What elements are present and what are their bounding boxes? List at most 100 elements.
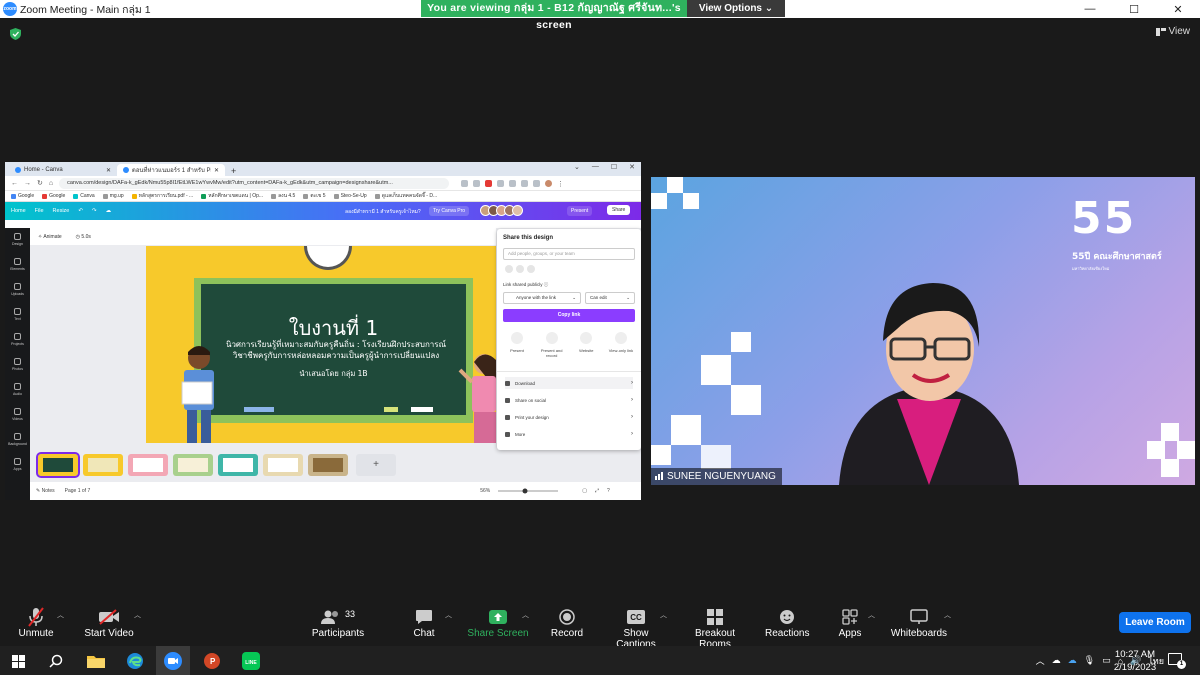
help-icon[interactable]: ? [607,488,610,494]
powerpoint-button[interactable]: P [201,650,223,672]
onedrive-sync-icon[interactable]: ☁ [1052,655,1061,666]
edge-browser-button[interactable] [124,650,146,672]
zoom-level[interactable]: 56% [480,488,490,494]
sidebar-item-text[interactable]: Text [5,303,30,328]
browser-close-icon[interactable]: ✕ [629,163,635,171]
shared-screen[interactable]: Home - Canva ✕ ตอนที่ห่าวแนมอร์ร 1 สำหรั… [5,162,641,500]
canva-present-button[interactable]: Present [567,206,593,216]
extension-icon[interactable] [485,179,493,187]
page-thumbnail[interactable] [218,454,258,476]
redo-icon[interactable]: ↷ [92,208,97,214]
page-thumbnail[interactable] [36,452,80,478]
reload-icon[interactable]: ↻ [37,179,43,187]
page-thumbnail[interactable] [173,454,213,476]
bookmark-item[interactable]: ลงน 4.5 [271,192,295,200]
leave-room-button[interactable]: Leave Room [1119,612,1191,633]
onedrive-icon[interactable]: ☁ [1068,655,1077,666]
browser-minimize-icon[interactable]: — [592,163,599,171]
sidebar-item-elements[interactable]: Elements [5,253,30,278]
slide-subtitle[interactable]: นิวศการเรียนรู้ที่เหมาะสมกับครูคืนถิ่น :… [206,339,466,361]
bookmark-item[interactable]: Canva [73,193,95,199]
apps-button[interactable]: Apps [834,606,866,639]
chevron-up-icon[interactable]: ︿ [660,610,667,620]
bookmark-item[interactable]: ตะเข 5 [303,192,326,200]
record-button[interactable]: Record [548,606,586,639]
design-slide[interactable]: ใบงานที่ 1 นิวศการเรียนรู้ที่เหมาะสมกับค… [146,246,496,443]
zoom-app-button[interactable] [162,650,184,672]
sidebar-item-apps[interactable]: Apps [5,453,30,478]
share-option-present[interactable]: Present [501,332,533,358]
collaborator-avatars[interactable] [480,205,523,216]
address-bar[interactable]: canva.com/design/DAFa-k_gEdk/Nmu55p8I1fE… [59,177,450,189]
windows-start-button[interactable] [7,650,29,672]
download-row[interactable]: Download › [505,377,633,389]
chat-button[interactable]: Chat [408,606,440,639]
browser-tabsearch-icon[interactable]: ⌄ [574,163,580,171]
page-thumbnail[interactable] [83,454,123,476]
link-access-select[interactable]: Anyone with the link ⌄ [503,292,581,304]
bookmark-item[interactable]: mg.up [102,193,124,199]
bookmark-item[interactable]: หลักศึกษาเขตแดน | Op... [201,192,263,200]
chevron-up-icon[interactable]: ︿ [445,610,452,620]
canva-home-button[interactable]: Home [11,208,26,214]
browser-tab[interactable]: Home - Canva ✕ [9,164,117,176]
fullscreen-icon[interactable]: ⤢ [595,488,599,494]
share-option-website[interactable]: Website [570,332,602,358]
search-button[interactable] [45,650,67,672]
bookmark-item[interactable]: หลักสูตรการเรียน.pdf - ... [131,192,193,200]
reactions-button[interactable]: Reactions [765,606,809,639]
taskbar-clock[interactable]: 10:27 AM 2/19/2023 [1106,648,1164,674]
chevron-up-icon[interactable]: ︿ [57,610,64,620]
page-thumbnail[interactable] [128,454,168,476]
copy-link-button[interactable]: Copy link [503,309,635,322]
undo-icon[interactable]: ↶ [78,208,83,214]
line-app-button[interactable]: LINE [240,650,262,672]
notifications-icon[interactable]: 1 [1168,653,1186,669]
participants-button[interactable]: 33 Participants [311,606,365,639]
animate-button[interactable]: ✧ Animate [38,234,62,240]
page-thumbnail[interactable] [308,454,348,476]
bookmark-item[interactable]: ดูแลเก็บแทคคนจัดจี๊ - D... [374,192,437,200]
browser-tab-active[interactable]: ตอนที่ห่าวแนมอร์ร 1 สำหรับ Pillow! - Fre… [117,164,225,176]
tab-close-icon[interactable]: ✕ [214,167,219,174]
share-screen-button[interactable]: Share Screen [467,606,529,639]
extension-icon[interactable] [509,179,517,187]
chevron-up-icon[interactable]: ︿ [944,610,951,620]
maximize-button[interactable]: ☐ [1112,0,1156,18]
extension-icon[interactable] [497,179,505,187]
minimize-button[interactable]: — [1068,0,1112,18]
notes-button[interactable]: ✎ Notes [36,488,55,494]
bookmark-item[interactable]: Google [11,193,34,199]
unmute-button[interactable]: Unmute [14,606,58,639]
sidebar-item-background[interactable]: Background [5,428,30,453]
extension-icon[interactable] [533,179,541,187]
back-icon[interactable]: ← [11,180,18,187]
file-explorer-button[interactable] [85,650,107,672]
view-button[interactable]: View [1155,26,1190,37]
share-option-view-only[interactable]: View-only link [605,332,637,358]
microphone-icon[interactable]: 🎙 [1084,655,1095,666]
bookmark-item[interactable]: Steo-Se-Up [333,193,367,199]
chevron-up-icon[interactable]: ︿ [134,610,141,620]
security-shield-icon[interactable] [10,28,21,40]
duration-button[interactable]: ◷ 5.0s [76,234,91,240]
forward-icon[interactable]: → [24,180,31,187]
extension-icon[interactable] [521,179,529,187]
sidebar-item-audio[interactable]: Audio [5,378,30,403]
canva-resize-button[interactable]: Resize [53,208,70,214]
page-thumbnail[interactable] [263,454,303,476]
chevron-up-icon[interactable]: ︿ [522,610,529,620]
share-option-present-record[interactable]: Present and record [536,332,568,358]
view-options-button[interactable]: View Options ⌄ [687,0,785,17]
bookmark-item[interactable]: Google [42,193,65,199]
participant-video-tile[interactable]: 55 55ปี คณะศึกษาศาสตร์ มหาวิทยาลัยเชียงให… [651,177,1195,485]
canva-file-menu[interactable]: File [35,208,44,214]
avatar[interactable] [505,265,513,273]
profile-avatar-icon[interactable] [545,179,553,187]
chevron-up-icon[interactable]: ︿ [868,610,875,620]
sidebar-item-uploads[interactable]: Uploads [5,278,30,303]
browser-maximize-icon[interactable]: ☐ [611,163,617,171]
more-row[interactable]: More › [505,428,633,440]
print-design-row[interactable]: Print your design › [505,411,633,423]
menu-dots-icon[interactable]: ⋮ [557,180,564,188]
